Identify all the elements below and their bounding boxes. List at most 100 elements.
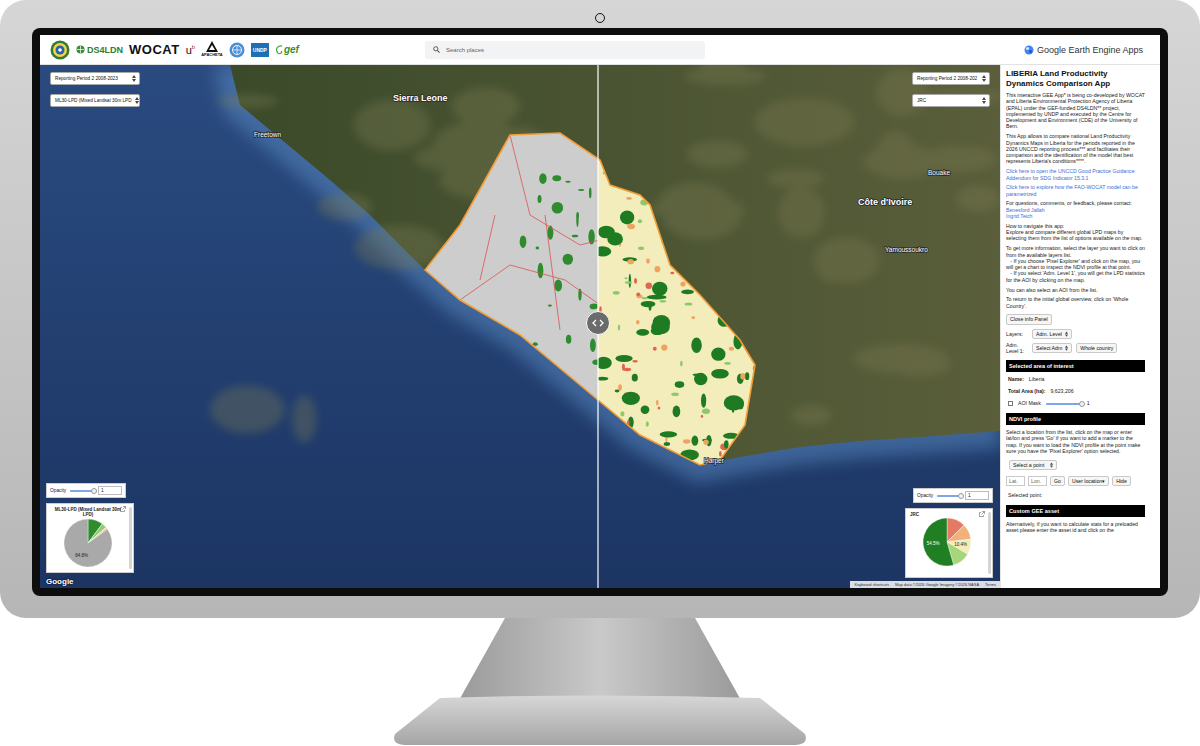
search-places-field[interactable]: Search places xyxy=(425,41,705,59)
swirl-icon xyxy=(275,45,283,55)
place-label: Freetown xyxy=(254,131,281,138)
info-paragraph: You can also select an AOI from the list… xyxy=(1006,287,1145,293)
card-scrollbar[interactable] xyxy=(988,512,991,574)
open-in-new-icon[interactable] xyxy=(979,511,985,517)
app-body: Sierra Leone Freetown Côte d'Ivoire Bouake Y… xyxy=(40,65,1160,588)
info-link[interactable]: Click here to explore how the FAO-WOCAT … xyxy=(1006,184,1145,197)
contact-link[interactable]: Benesford Jallah xyxy=(1006,207,1145,213)
close-info-panel-button[interactable]: Close info Panel xyxy=(1006,314,1052,324)
globe-icon xyxy=(76,45,85,54)
info-text: This App allows to compare national Land… xyxy=(1006,133,1145,164)
layers-select[interactable]: Adm. Level xyxy=(1032,329,1072,339)
opacity-label: Opacity xyxy=(917,493,933,498)
info-panel: LIBERIA Land Productivity Dynamics Compa… xyxy=(1000,65,1160,588)
adm1-row: Adm. Level 1: Select Adm Whole country xyxy=(1006,342,1145,355)
app-title[interactable]: Google Earth Engine Apps xyxy=(705,45,1160,55)
info-paragraph: To get more information, select the laye… xyxy=(1006,245,1145,283)
whole-country-button[interactable]: Whole country xyxy=(1076,343,1117,353)
dropdown-arrows-icon xyxy=(1050,462,1053,468)
info-paragraph: How to navigate this app:Explore and com… xyxy=(1006,223,1145,242)
map-canvas[interactable]: Sierra LeoneFreetownCôte d'IvoireBouakeY… xyxy=(40,65,1000,588)
dropdown-arrows-icon xyxy=(1065,331,1068,337)
layer-select[interactable]: JRC xyxy=(912,94,990,107)
card-scrollbar[interactable] xyxy=(129,507,132,569)
pie-slice-label: 10.4% xyxy=(954,543,967,548)
monitor-mockup: DS4LDNWOCATub APACHETAUNDP gef Search pl… xyxy=(0,0,1200,746)
opacity-slider[interactable] xyxy=(937,495,961,497)
section-header: Selected area of interest xyxy=(1006,360,1145,372)
opacity-value[interactable]: 1 xyxy=(98,486,122,495)
lat-input[interactable]: Lat. xyxy=(1006,476,1025,486)
cairn-icon xyxy=(204,41,220,53)
layer-select[interactable]: ML30-LPD (Mixed Landsat 30m LPD xyxy=(50,94,140,107)
magnifier-icon xyxy=(433,46,440,53)
opacity-control: Opacity 1 xyxy=(913,488,993,503)
point-select[interactable]: Select a point xyxy=(1009,460,1057,470)
map-data-credit: Map data ©2026 Google Imagery ©2026 NASA xyxy=(895,582,979,587)
liberia-lpd-layers xyxy=(340,115,798,495)
info-text: To return to the initial global overview… xyxy=(1006,296,1145,309)
unibern-logo: ub xyxy=(186,44,195,56)
pie-chart: 10.4%54.5% xyxy=(923,518,971,566)
opacity-label: Opacity xyxy=(50,488,66,493)
info-link[interactable]: Click here to open the UNCCD Good Practi… xyxy=(1006,168,1145,181)
place-label: Côte d'Ivoire xyxy=(858,197,912,207)
pie-slice[interactable] xyxy=(923,518,954,566)
contact-link[interactable]: Ingrid Teich xyxy=(1006,213,1145,219)
right-layer-widgets: Opacity 1 JRC 10.4%54.5% xyxy=(905,488,993,578)
liberia-boundary xyxy=(425,133,755,465)
dropdown-arrows-icon xyxy=(135,97,139,104)
info-text: How to navigate this app: xyxy=(1006,223,1145,229)
chart-title: ML30-LPD (Mixed Landsat 30m LPD) xyxy=(54,507,122,518)
go-button[interactable]: Go xyxy=(1050,476,1065,486)
map-view[interactable]: Sierra LeoneFreetownCôte d'IvoireBouakeY… xyxy=(40,65,1000,588)
info-text: To get more information, select the laye… xyxy=(1006,245,1145,258)
slider-thumb[interactable] xyxy=(1079,401,1085,407)
slider-thumb[interactable] xyxy=(958,493,964,499)
right-layer-controls: Reporting Period 2 2008-202 JRC xyxy=(912,72,990,107)
info-text: Explore and compare different global LPD… xyxy=(1006,229,1145,242)
user-location-button[interactable]: User location▾ xyxy=(1068,476,1109,486)
period-select[interactable]: Reporting Period 2 2008-2023 xyxy=(50,72,140,85)
monitor-bezel: DS4LDNWOCATub APACHETAUNDP gef Search pl… xyxy=(32,28,1168,596)
place-label: Sierra Leone xyxy=(393,93,448,103)
slider-thumb[interactable] xyxy=(91,488,97,494)
aoi-mask-slider[interactable] xyxy=(1046,403,1082,405)
un-emblem-icon xyxy=(229,42,245,58)
ds4ldn-logo: DS4LDN xyxy=(76,45,123,55)
adm1-select[interactable]: Select Adm xyxy=(1032,343,1072,353)
open-in-new-icon[interactable] xyxy=(120,506,126,512)
pie-chart: 84.8% xyxy=(64,519,112,567)
left-layer-widgets: Opacity 1 ML30-LPD (Mixed Landsat 30m LP… xyxy=(46,483,134,573)
info-text: - If you select 'Adm. Level 1', you will… xyxy=(1006,270,1145,283)
place-label: Bouake xyxy=(928,169,950,176)
pie-slice[interactable] xyxy=(64,519,112,567)
ocean xyxy=(40,65,1000,588)
split-handle[interactable] xyxy=(586,311,610,335)
undp-logo: UNDP xyxy=(251,43,269,57)
keyboard-shortcuts-link[interactable]: Keyboard shortcuts xyxy=(854,582,888,587)
opacity-value[interactable]: 1 xyxy=(965,491,989,500)
chart-title: JRC xyxy=(910,512,919,517)
gef-logo: gef xyxy=(275,44,299,55)
ndvi-instructions: Select a location from the list, click o… xyxy=(1006,429,1145,454)
info-paragraph: This interactive GEE App* is being co-de… xyxy=(1006,92,1145,130)
lon-input[interactable]: Lon. xyxy=(1028,476,1047,486)
terms-link[interactable]: Terms xyxy=(985,582,996,587)
period-select[interactable]: Reporting Period 2 2008-202 xyxy=(912,72,990,85)
left-right-arrows-icon xyxy=(592,319,604,327)
info-paragraph: To return to the initial global overview… xyxy=(1006,296,1145,309)
section-header: NDVI profile xyxy=(1006,413,1145,425)
pie-slice-label: 84.8% xyxy=(75,553,88,558)
section-header: Custom GEE asset xyxy=(1006,505,1145,517)
place-label: Harper xyxy=(704,457,725,465)
info-link-block: Click here to explore how the FAO-WOCAT … xyxy=(1006,184,1145,197)
map-attribution: Keyboard shortcuts Map data ©2026 Google… xyxy=(850,581,1000,588)
monitor-stand xyxy=(0,618,1200,746)
hide-button[interactable]: Hide xyxy=(1112,476,1131,486)
lpd-pie-chart-card: JRC 10.4%54.5% xyxy=(905,508,993,578)
partner-logos: DS4LDNWOCATub APACHETAUNDP gef xyxy=(40,40,425,60)
aoi-field: Name: Liberia xyxy=(1008,376,1145,382)
aoi-mask-checkbox[interactable] xyxy=(1008,401,1013,406)
opacity-slider[interactable] xyxy=(70,490,94,492)
